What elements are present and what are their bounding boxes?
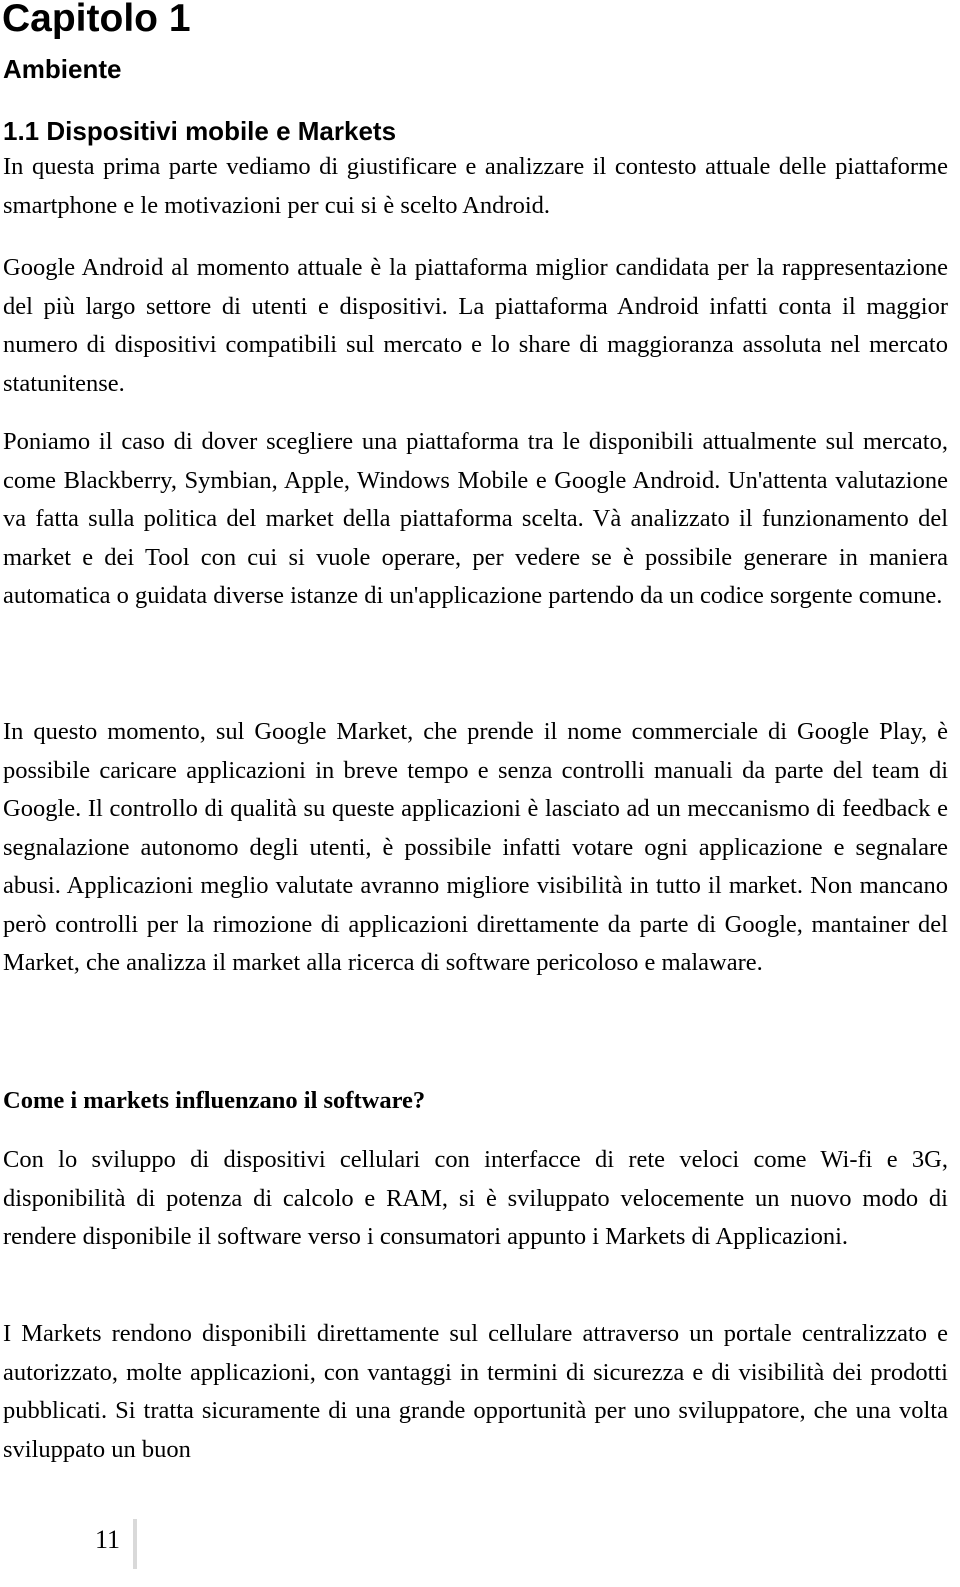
chapter-title: Ambiente: [3, 54, 122, 84]
paragraph-intro: In questa prima parte vediamo di giustif…: [3, 153, 948, 219]
chapter-label: Capitolo 1: [2, 0, 191, 40]
page-number-divider: [133, 1519, 137, 1569]
paragraph-platform-choice: Poniamo il caso di dover scegliere una p…: [3, 428, 948, 609]
paragraph-google-market: In questo momento, sul Google Market, ch…: [3, 718, 948, 976]
page-number: 11: [95, 1525, 121, 1554]
subheading-markets: Come i markets influenzano il software?: [3, 1087, 426, 1114]
section-title: 1.1 Dispositivi mobile e Markets: [3, 116, 397, 146]
paragraph-device-development: Con lo sviluppo di dispositivi cellulari…: [3, 1146, 948, 1250]
paragraph-android: Google Android al momento attuale è la p…: [3, 254, 948, 397]
paragraph-markets-availability: I Markets rendono disponibili direttamen…: [3, 1320, 948, 1463]
